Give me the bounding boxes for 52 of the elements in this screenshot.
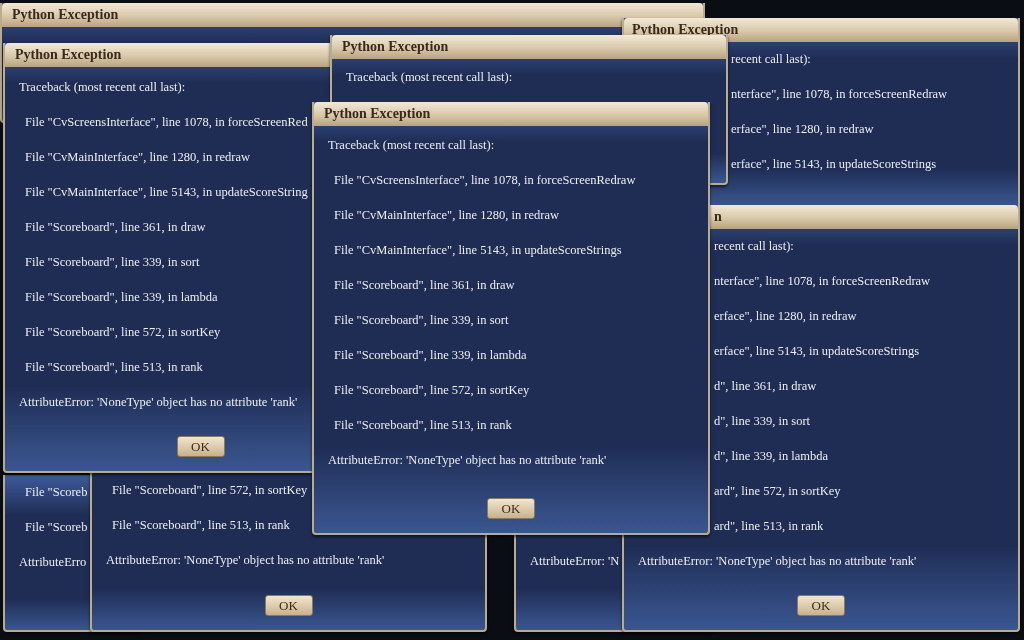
window-title: Python Exception — [12, 8, 119, 22]
traceback-line: File "Scoreboard", line 361, in draw — [25, 219, 206, 236]
error-message: Traceback (most recent call last): — [346, 69, 513, 86]
traceback-line: File "Scoreboard", line 513, in rank — [334, 417, 512, 434]
traceback-line: d", line 339, in sort — [714, 413, 811, 430]
traceback-line: File "Scoreboard", line 513, in rank — [112, 517, 290, 534]
traceback-line: erface", line 1280, in redraw — [714, 308, 857, 325]
traceback-line: d", line 339, in lambda — [714, 448, 829, 465]
error-message: AttributeErro — [19, 554, 87, 571]
traceback-line: File "Scoreboard", line 572, in sortKey — [334, 382, 530, 399]
ok-button[interactable]: OK — [487, 498, 535, 519]
traceback-line: File "Scoreboard", line 339, in sort — [334, 312, 509, 329]
traceback-line: d", line 361, in draw — [714, 378, 817, 395]
ok-button[interactable]: OK — [797, 595, 845, 616]
traceback-line: File "Scoreboard", line 572, in sortKey — [112, 482, 308, 499]
traceback-line: File "Scoreboard", line 339, in lambda — [334, 347, 527, 364]
traceback-line: File "CvScreensInterface", line 1078, in forceScreenRedraw — [334, 172, 636, 189]
traceback-line: File "Scoreboard", line 572, in sortKey — [25, 324, 221, 341]
traceback-line: ard", line 513, in rank — [714, 518, 824, 535]
traceback-line: erface", line 5143, in updateScoreStrings — [714, 343, 920, 360]
traceback-line: nterface", line 1078, in forceScreenRedraw — [714, 273, 931, 290]
error-message: AttributeError: 'NoneType' object has no attribute 'rank' — [638, 553, 917, 570]
error-message: AttributeError: 'NoneType' object has no attribute 'rank' — [19, 394, 298, 411]
error-message: AttributeError: 'NoneType' object has no attribute 'rank' — [106, 552, 385, 569]
traceback-line: File "CvScreensInterface", line 1078, in forceScreenRed — [25, 114, 308, 131]
traceback-line: ard", line 572, in sortKey — [714, 483, 841, 500]
traceback-line: erface", line 1280, in redraw — [731, 121, 874, 138]
window-title: n — [714, 210, 722, 224]
traceback-line: erface", line 5143, in updateScoreStrings — [731, 156, 937, 173]
traceback-line: nterface", line 1078, in forceScreenRedraw — [731, 86, 948, 103]
traceback-line: File "Scoreb — [25, 519, 88, 536]
error-message: Traceback (most recent call last): — [19, 79, 186, 96]
traceback-line: File "CvMainInterface", line 5143, in updateScoreStrings — [334, 242, 622, 259]
traceback-line: recent call last): — [731, 51, 811, 68]
traceback-line: File "Scoreboard", line 339, in lambda — [25, 289, 218, 306]
traceback-line: File "CvMainInterface", line 5143, in updateScoreString — [25, 184, 308, 201]
window-title: Python Exception — [15, 48, 122, 62]
traceback-line: File "CvMainInterface", line 1280, in redraw — [334, 207, 560, 224]
traceback-line: File "Scoreboard", line 361, in draw — [334, 277, 515, 294]
window-title: Python Exception — [342, 40, 449, 54]
traceback-line: File "Scoreb — [25, 484, 88, 501]
ok-button[interactable]: OK — [264, 595, 313, 616]
traceback-line: File "CvMainInterface", line 1280, in redraw — [25, 149, 251, 166]
traceback-line: recent call last): — [714, 238, 794, 255]
traceback-line: File "Scoreboard", line 339, in sort — [25, 254, 200, 271]
traceback-line: File "Scoreboard", line 513, in rank — [25, 359, 203, 376]
error-message: Traceback (most recent call last): — [328, 137, 495, 154]
window-title: Python Exception — [324, 107, 431, 121]
window-title: Python Exception — [632, 23, 739, 37]
ok-button[interactable]: OK — [176, 436, 225, 457]
error-message: AttributeError: 'NoneType' object has no attribute 'rank' — [328, 452, 607, 469]
error-message: AttributeError: 'N — [530, 553, 620, 570]
